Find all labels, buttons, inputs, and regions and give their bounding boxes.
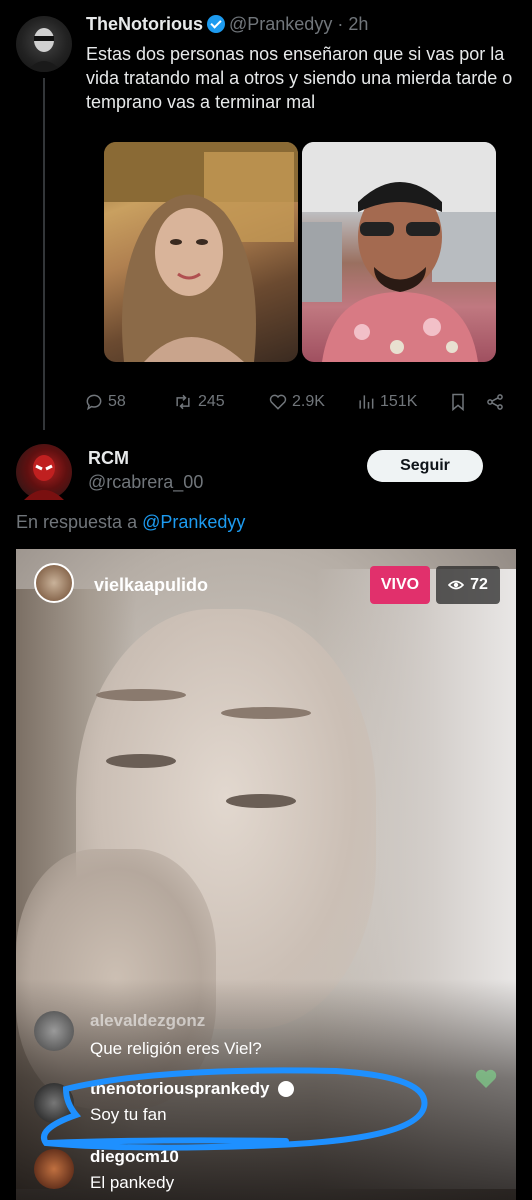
reply-action[interactable]: 58 (84, 392, 126, 412)
tweet-text: Estas dos personas nos enseñaron que si … (86, 44, 513, 112)
tweet-image-man[interactable] (302, 142, 496, 362)
reply-image-live-stream[interactable]: vielkaapulido VIVO 72 alevaldezgonz Que … (16, 549, 516, 1200)
author-name[interactable]: TheNotorious (86, 14, 203, 34)
views-count: 151K (380, 393, 418, 410)
comment-text: El pankedy (90, 1173, 175, 1192)
like-action[interactable]: 2.9K (268, 392, 325, 412)
bookmark-icon (452, 393, 464, 412)
retweet-action[interactable]: 245 (172, 392, 225, 412)
verified-icon (207, 15, 225, 33)
tweet-actions: 58 245 2.9K 151K (84, 392, 514, 418)
right-eye (226, 794, 296, 808)
share-icon (487, 394, 503, 410)
annotation-circle (41, 1067, 428, 1151)
left-eye (106, 754, 176, 768)
bookmark-action[interactable] (448, 392, 468, 412)
reply-count: 58 (108, 393, 126, 410)
replying-to: En respuesta a @Prankedyy (16, 512, 245, 533)
live-badge: VIVO (370, 566, 430, 604)
right-brow (221, 707, 311, 719)
follow-button[interactable]: Seguir (367, 450, 483, 482)
replying-to-handle[interactable]: @Prankedyy (142, 512, 245, 532)
thread-line (43, 78, 45, 430)
author-handle[interactable]: @Prankedyy (229, 14, 332, 34)
replying-to-prefix: En respuesta a (16, 512, 138, 532)
like-count: 2.9K (292, 393, 325, 410)
comment-user[interactable]: alevaldezgonz (90, 1011, 205, 1031)
like-icon (269, 394, 287, 410)
viewer-count: 72 (470, 576, 488, 593)
views-action[interactable]: 151K (356, 392, 417, 412)
left-brow (96, 689, 186, 701)
viewer-count-badge[interactable]: 72 (436, 566, 500, 604)
retweet-icon (176, 394, 190, 410)
tweet-time[interactable]: 2h (348, 14, 368, 34)
views-icon (359, 395, 374, 409)
separator: · (337, 14, 344, 34)
streamer-avatar[interactable] (34, 563, 74, 603)
eye-icon (448, 580, 465, 590)
reply-author-handle[interactable]: @rcabrera_00 (88, 472, 203, 493)
author-avatar[interactable] (16, 16, 72, 72)
tweet-image-woman[interactable] (104, 142, 298, 362)
tweet-header: TheNotorious @Prankedyy · 2h (86, 14, 368, 35)
reply-author-avatar[interactable] (16, 444, 72, 500)
comment-avatar[interactable] (34, 1011, 74, 1051)
share-action[interactable] (484, 392, 506, 412)
comment-text: Que religión eres Viel? (90, 1039, 262, 1058)
reply-author-name[interactable]: RCM (88, 448, 129, 469)
retweet-count: 245 (198, 393, 225, 410)
streamer-username[interactable]: vielkaapulido (94, 575, 208, 596)
reply-icon (86, 394, 102, 411)
heart-icon[interactable] (474, 1067, 498, 1091)
